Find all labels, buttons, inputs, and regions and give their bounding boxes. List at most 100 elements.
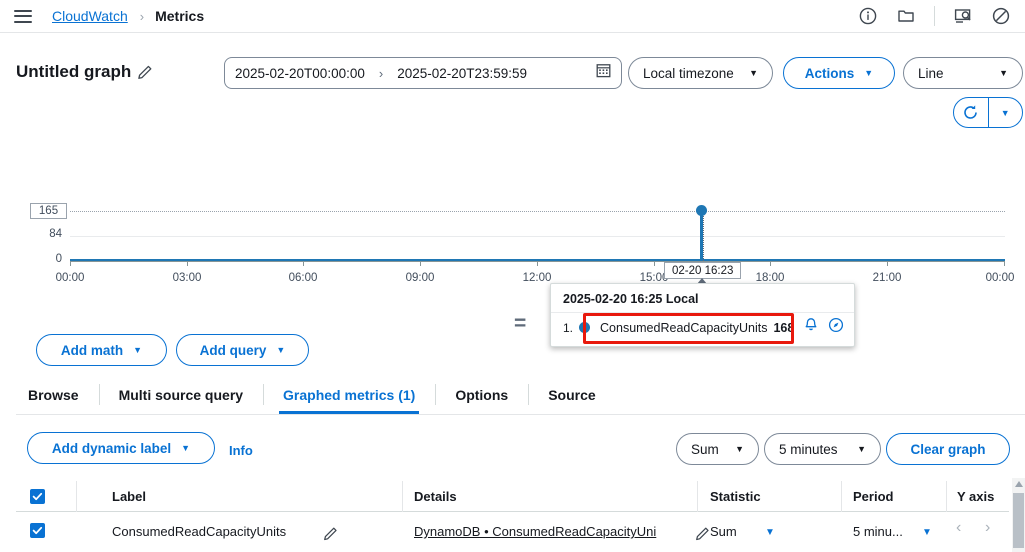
chevron-down-icon: ▼ (181, 443, 191, 453)
range-arrow-icon: › (378, 65, 384, 81)
chevron-down-icon: ▼ (133, 345, 143, 355)
tab-label: Options (455, 386, 509, 403)
x-axis-tick (1004, 261, 1005, 266)
graph-title: Untitled graph (16, 62, 132, 81)
column-header-y-axis[interactable]: Y axis (957, 489, 994, 504)
date-range-picker[interactable]: 2025-02-20T00:00:00 › 2025-02-20T23:59:5… (224, 57, 622, 89)
hamburger-menu-icon[interactable] (14, 9, 32, 23)
clear-graph-button[interactable]: Clear graph (886, 433, 1010, 465)
header-icon-group (858, 6, 1025, 26)
row-details[interactable]: DynamoDB • ConsumedReadCapacityUni (414, 524, 657, 539)
tooltip-icon-group (803, 317, 854, 338)
edit-graph-title-pencil-icon[interactable] (137, 63, 154, 85)
scrollbar-up-arrow-icon[interactable] (1015, 481, 1023, 487)
chevron-down-icon[interactable]: ▼ (765, 527, 775, 538)
add-dynamic-label-button[interactable]: Add dynamic label ▼ (27, 432, 215, 464)
edit-details-pencil-icon[interactable] (695, 525, 711, 546)
chevron-down-icon: ▼ (857, 444, 866, 454)
timezone-dropdown[interactable]: Local timezone ▼ (628, 57, 773, 89)
chart-tooltip: 2025-02-20 16:25 Local 1. ConsumedReadCa… (550, 283, 855, 347)
info-icon[interactable] (858, 6, 878, 26)
add-query-button[interactable]: Add query ▼ (176, 334, 309, 366)
tab-label: Graphed metrics (1) (283, 386, 416, 403)
tab-label: Browse (28, 386, 79, 403)
y-axis-left-arrow-icon[interactable]: ‹ (956, 519, 961, 537)
breadcrumb-separator: › (139, 8, 145, 24)
edit-label-pencil-icon[interactable] (323, 525, 339, 546)
x-axis-tick (70, 261, 71, 266)
calendar-icon[interactable] (596, 63, 611, 83)
row-statistic[interactable]: Sum (710, 524, 737, 539)
period-dropdown[interactable]: 5 minutes ▼ (764, 433, 881, 465)
x-axis-tick (654, 261, 655, 266)
y-axis-right-arrow-icon[interactable]: › (985, 519, 990, 537)
y-axis-equals-marker: = (514, 312, 527, 335)
add-math-button[interactable]: Add math ▼ (36, 334, 167, 366)
column-header-statistic[interactable]: Statistic (710, 489, 761, 504)
chevron-down-icon: ▼ (735, 444, 744, 454)
no-entry-icon[interactable] (991, 6, 1011, 26)
table-row: ConsumedReadCapacityUnits DynamoDB • Con… (16, 513, 1009, 551)
row-select-checkbox[interactable] (30, 523, 45, 538)
tab-browse[interactable]: Browse (0, 375, 99, 414)
tooltip-series-value: 168 (773, 320, 795, 335)
tooltip-series-name: ConsumedReadCapacityUnits (600, 320, 768, 335)
tooltip-timestamp: 2025-02-20 16:25 Local (563, 292, 699, 306)
peak-data-point[interactable] (696, 205, 707, 216)
gridline-mid (70, 236, 1005, 237)
row-label[interactable]: ConsumedReadCapacityUnits (112, 524, 286, 539)
x-axis-tick (770, 261, 771, 266)
chart-plot-area[interactable] (70, 196, 1005, 266)
screen-search-icon[interactable] (953, 6, 973, 26)
tab-label: Multi source query (118, 386, 244, 403)
x-tick-label: 03:00 (172, 272, 202, 284)
start-time-value: 2025-02-20T00:00:00 (235, 65, 365, 81)
column-divider (697, 481, 698, 512)
select-all-checkbox[interactable] (30, 489, 45, 504)
scrollbar-thumb[interactable] (1013, 493, 1024, 548)
gridline-max (70, 211, 1005, 212)
x-tick-label: 06:00 (288, 272, 318, 284)
column-header-details[interactable]: Details (414, 489, 457, 504)
tab-options[interactable]: Options (435, 375, 528, 414)
refresh-interval-dropdown[interactable]: ▼ (989, 98, 1023, 127)
chevron-down-icon: ▼ (276, 345, 286, 355)
add-dynamic-label-text: Add dynamic label (51, 440, 172, 456)
chevron-down-icon[interactable]: ▼ (922, 527, 932, 538)
column-header-period[interactable]: Period (853, 489, 893, 504)
actions-dropdown[interactable]: Actions ▼ (783, 57, 895, 89)
breadcrumb-metrics: Metrics (155, 8, 205, 24)
x-tick-label: 12:00 (522, 272, 552, 284)
tab-graphed-metrics[interactable]: Graphed metrics (1) (263, 375, 435, 414)
chart-type-dropdown[interactable]: Line ▼ (903, 57, 1023, 89)
x-tick-label: 09:00 (405, 272, 435, 284)
row-period[interactable]: 5 minu... (853, 524, 903, 539)
metrics-table-header: Label Details Statistic Period Y axis (16, 481, 1009, 512)
tab-source[interactable]: Source (528, 375, 615, 414)
statistic-dropdown[interactable]: Sum ▼ (676, 433, 759, 465)
folder-icon[interactable] (896, 6, 916, 26)
add-math-label: Add math (60, 342, 124, 358)
tooltip-row: 1. ConsumedReadCapacityUnits 168 (551, 313, 854, 338)
y-axis-zero-label: 0 (55, 253, 62, 265)
bell-icon[interactable] (803, 317, 819, 338)
x-axis-tick (303, 261, 304, 266)
period-label: 5 minutes (779, 441, 838, 457)
chevron-down-icon: ▼ (864, 68, 874, 78)
compass-icon[interactable] (828, 317, 844, 338)
x-axis-tick (887, 261, 888, 266)
x-axis-tick (187, 261, 188, 266)
column-header-label[interactable]: Label (112, 489, 146, 504)
x-tick-label: 21:00 (872, 272, 902, 284)
header-divider (934, 6, 935, 26)
metrics-tab-bar: Browse Multi source query Graphed metric… (0, 375, 1025, 414)
tab-label: Source (548, 386, 596, 403)
tab-bottom-rule (16, 414, 1025, 415)
tooltip-series-color-dot (579, 322, 591, 333)
column-divider (402, 481, 403, 512)
x-tick-label: 00:00 (985, 272, 1015, 284)
refresh-button[interactable] (954, 98, 989, 127)
breadcrumb-cloudwatch[interactable]: CloudWatch (52, 8, 128, 24)
info-link[interactable]: Info (229, 443, 253, 458)
tab-multi-source-query[interactable]: Multi source query (98, 375, 263, 414)
